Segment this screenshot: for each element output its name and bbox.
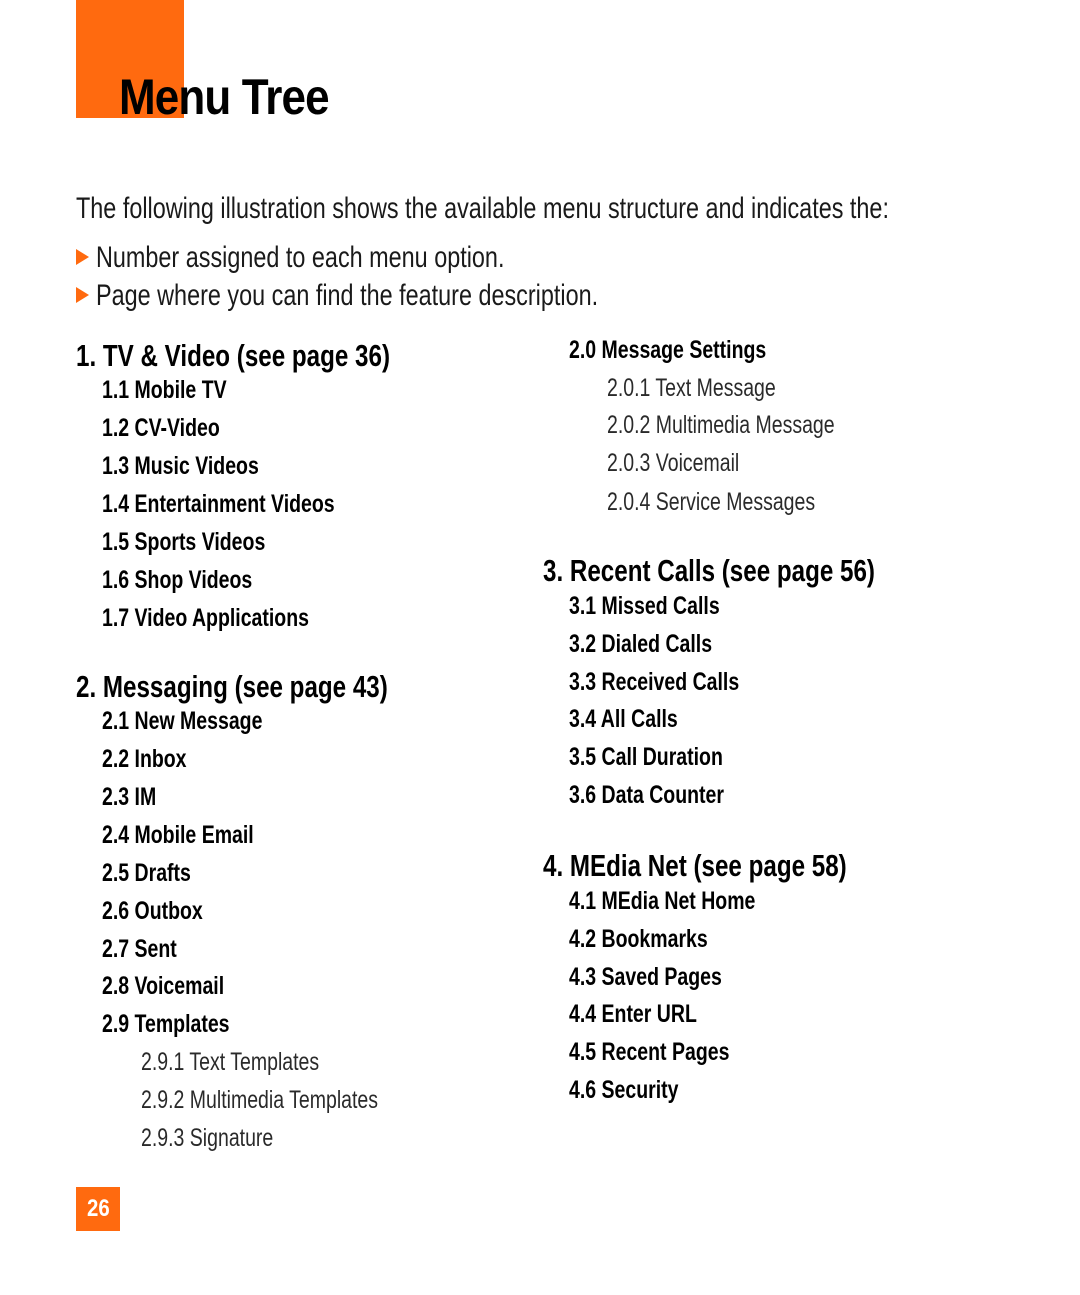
menu-section-heading-label: 3. Recent Calls (see page 56): [543, 553, 875, 588]
menu-item-label: 3.5 Call Duration: [569, 743, 723, 771]
menu-item: 4.2 Bookmarks: [569, 925, 747, 954]
menu-subitem-label: 2.9.2 Multimedia Templates: [141, 1086, 379, 1114]
menu-subitem: 2.0.2 Multimedia Message: [607, 411, 899, 440]
triangle-bullet-icon: [76, 249, 89, 265]
menu-item-label: 2.7 Sent: [102, 935, 177, 963]
menu-item: 4.6 Security: [569, 1076, 709, 1105]
menu-item: 2.3 IM: [102, 783, 171, 812]
menu-item: 1.6 Shop Videos: [102, 566, 295, 595]
menu-section-heading-label: 2. Messaging (see page 43): [76, 669, 388, 704]
menu-item: 4.1 MEdia Net Home: [569, 887, 808, 916]
menu-item: 2.0 Message Settings: [569, 336, 822, 365]
menu-item: 3.4 All Calls: [569, 705, 708, 734]
menu-item: 2.5 Drafts: [102, 859, 216, 888]
menu-section-heading: 2. Messaging (see page 43): [76, 669, 476, 705]
menu-item-label: 2.0 Message Settings: [569, 336, 767, 364]
menu-item-label: 4.3 Saved Pages: [569, 963, 722, 991]
menu-subitem-label: 2.9.1 Text Templates: [141, 1048, 320, 1076]
bullet-text: Number assigned to each menu option.: [96, 241, 505, 274]
intro-text: The following illustration shows the ava…: [76, 190, 1080, 228]
menu-section-heading-label: 1. TV & Video (see page 36): [76, 338, 391, 373]
menu-item: 3.2 Dialed Calls: [569, 630, 752, 659]
bullet-text: Page where you can find the feature desc…: [96, 279, 599, 312]
page-title: Menu Tree: [119, 69, 330, 125]
menu-item: 2.4 Mobile Email: [102, 821, 297, 850]
bullet-item: Number assigned to each menu option.: [76, 239, 620, 277]
triangle-bullet-icon: [76, 287, 89, 303]
menu-item: 2.7 Sent: [102, 935, 198, 964]
intro-text-content: The following illustration shows the ava…: [76, 192, 889, 225]
menu-item-label: 3.3 Received Calls: [569, 668, 740, 696]
menu-item: 1.7 Video Applications: [102, 604, 367, 633]
menu-subitem-label: 2.9.3 Signature: [141, 1124, 274, 1152]
menu-item-label: 1.7 Video Applications: [102, 604, 309, 632]
menu-section-heading-label: 4. MEdia Net (see page 58): [543, 848, 847, 883]
menu-item-label: 1.5 Sports Videos: [102, 528, 266, 556]
menu-item: 1.2 CV-Video: [102, 414, 253, 443]
menu-item: 4.3 Saved Pages: [569, 963, 765, 992]
menu-item: 2.2 Inbox: [102, 745, 210, 774]
menu-item-label: 3.6 Data Counter: [569, 781, 724, 809]
menu-item-label: 1.2 CV-Video: [102, 414, 220, 442]
menu-item-label: 2.9 Templates: [102, 1010, 230, 1038]
menu-subitem-label: 2.0.4 Service Messages: [607, 488, 816, 516]
menu-section-heading: 1. TV & Video (see page 36): [76, 338, 479, 374]
page-number-badge: 26: [76, 1187, 120, 1231]
menu-item-label: 3.4 All Calls: [569, 705, 678, 733]
menu-subitem: 2.0.1 Text Message: [607, 374, 823, 403]
menu-item-label: 4.1 MEdia Net Home: [569, 887, 756, 915]
menu-item: 3.5 Call Duration: [569, 743, 766, 772]
menu-item-label: 2.5 Drafts: [102, 859, 191, 887]
bullet-item: Page where you can find the feature desc…: [76, 277, 740, 315]
menu-subitem: 2.0.4 Service Messages: [607, 488, 874, 517]
menu-subitem-label: 2.0.3 Voicemail: [607, 449, 740, 477]
menu-item-label: 3.1 Missed Calls: [569, 592, 720, 620]
menu-item-label: 4.5 Recent Pages: [569, 1038, 730, 1066]
menu-item-label: 2.6 Outbox: [102, 897, 203, 925]
menu-item: 4.5 Recent Pages: [569, 1038, 775, 1067]
menu-item: 1.3 Music Videos: [102, 452, 303, 481]
menu-subitem-label: 2.0.1 Text Message: [607, 374, 776, 402]
menu-item-label: 4.6 Security: [569, 1076, 679, 1104]
menu-item-label: 2.8 Voicemail: [102, 972, 225, 1000]
menu-item-label: 3.2 Dialed Calls: [569, 630, 713, 658]
menu-item-label: 1.3 Music Videos: [102, 452, 259, 480]
menu-subitem: 2.0.3 Voicemail: [607, 449, 777, 478]
menu-item: 1.5 Sports Videos: [102, 528, 311, 557]
menu-item: 4.4 Enter URL: [569, 1000, 733, 1029]
menu-section-heading: 3. Recent Calls (see page 56): [543, 553, 969, 589]
menu-item: 3.3 Received Calls: [569, 668, 787, 697]
menu-item-label: 1.6 Shop Videos: [102, 566, 253, 594]
menu-item-label: 4.2 Bookmarks: [569, 925, 708, 953]
menu-subitem: 2.9.3 Signature: [141, 1124, 311, 1153]
menu-item: 3.6 Data Counter: [569, 781, 768, 810]
page-number: 26: [86, 1195, 110, 1222]
menu-item-label: 2.3 IM: [102, 783, 157, 811]
menu-item: 3.1 Missed Calls: [569, 592, 762, 621]
menu-item: 2.9 Templates: [102, 1010, 266, 1039]
menu-item-label: 1.4 Entertainment Videos: [102, 490, 335, 518]
menu-item-label: 2.1 New Message: [102, 707, 263, 735]
menu-subitem: 2.9.1 Text Templates: [141, 1048, 369, 1077]
menu-subitem: 2.9.2 Multimedia Templates: [141, 1086, 445, 1115]
menu-item-label: 2.2 Inbox: [102, 745, 187, 773]
menu-subitem-label: 2.0.2 Multimedia Message: [607, 411, 835, 439]
menu-item: 1.1 Mobile TV: [102, 376, 262, 405]
menu-item-label: 2.4 Mobile Email: [102, 821, 254, 849]
menu-item-label: 1.1 Mobile TV: [102, 376, 227, 404]
menu-item: 2.1 New Message: [102, 707, 308, 736]
menu-item: 2.8 Voicemail: [102, 972, 259, 1001]
menu-item-label: 4.4 Enter URL: [569, 1000, 697, 1028]
menu-item: 1.4 Entertainment Videos: [102, 490, 400, 519]
menu-item: 2.6 Outbox: [102, 897, 231, 926]
menu-section-heading: 4. MEdia Net (see page 58): [543, 848, 932, 884]
